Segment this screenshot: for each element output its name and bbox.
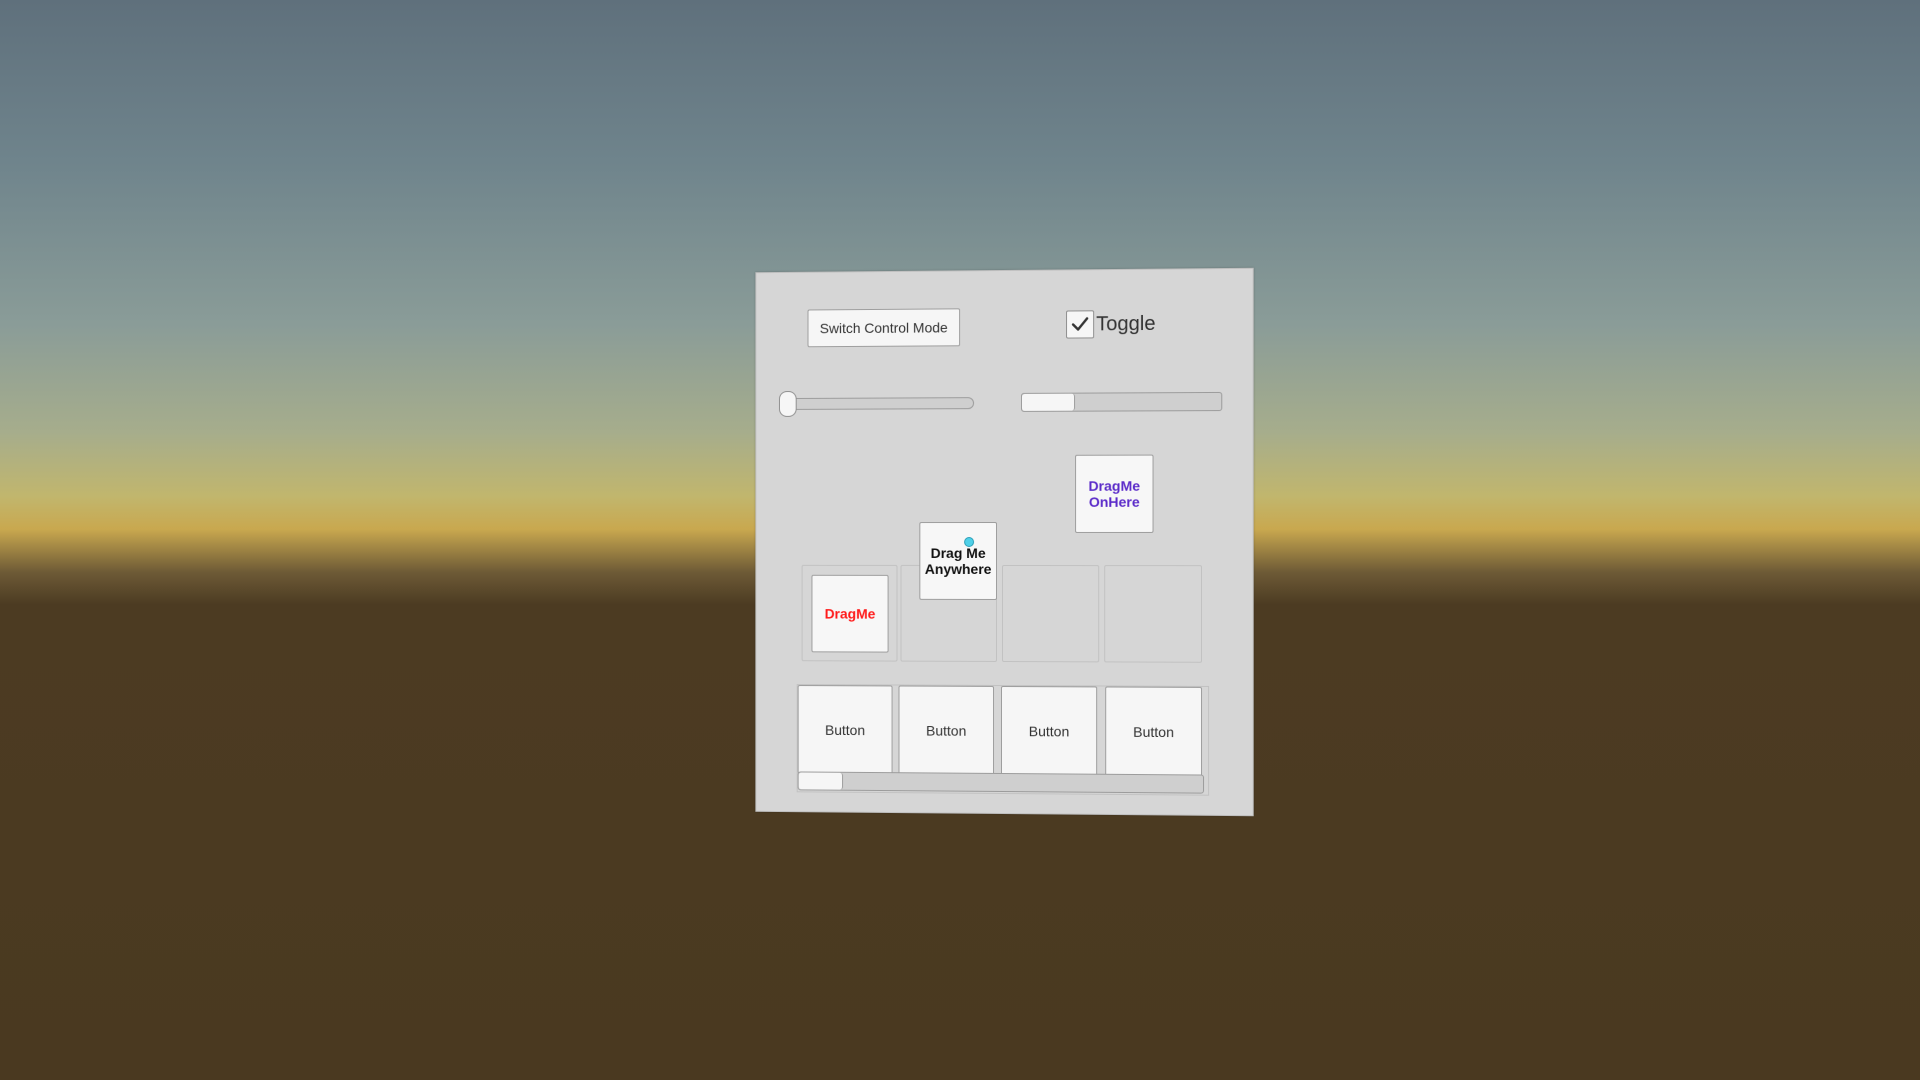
button-label: Button [1133,723,1174,740]
drag-me-on-here-tile[interactable]: DragMe OnHere [1075,454,1154,533]
scroll-view-button-2[interactable]: Button [898,685,995,775]
scroll-view-button-1[interactable]: Button [797,685,893,775]
slider-track[interactable] [783,397,975,410]
horizontal-scrollbar[interactable] [1020,391,1223,412]
scroll-view-horizontal-scrollbar[interactable] [797,771,1205,794]
scroll-view-button-3[interactable]: Button [1001,685,1098,776]
scroll-view[interactable]: Button Button Button Button [796,684,1210,796]
drop-slot-4 [1104,565,1203,663]
button-label: Button [926,722,967,739]
drag-me-on-here-label: DragMe OnHere [1088,477,1141,510]
toggle-checkbox[interactable] [1066,310,1095,339]
scroll-view-button-4[interactable]: Button [1105,686,1203,777]
drop-slot-3 [1002,564,1100,663]
button-label: Button [1028,722,1070,739]
drag-me-tile[interactable]: DragMe [811,574,889,653]
ui-panel: Switch Control Mode Toggle DragMe Drag M… [755,267,1254,817]
slider-handle[interactable] [778,391,797,417]
toggle-label: Toggle [1096,312,1156,335]
switch-control-mode-label: Switch Control Mode [819,319,948,337]
checkmark-icon [1070,314,1090,334]
slider[interactable] [778,391,975,417]
scrollbar-thumb[interactable] [1021,393,1076,411]
toggle[interactable]: Toggle [1066,309,1155,340]
switch-control-mode-button[interactable]: Switch Control Mode [807,308,961,348]
drag-me-anywhere-label: Drag Me Anywhere [924,544,992,577]
cursor-pointer-icon [964,537,975,547]
drag-me-anywhere-tile[interactable]: Drag Me Anywhere [919,522,998,600]
drag-me-label: DragMe [824,605,876,622]
scrollbar-thumb[interactable] [798,772,844,790]
button-label: Button [825,721,866,738]
